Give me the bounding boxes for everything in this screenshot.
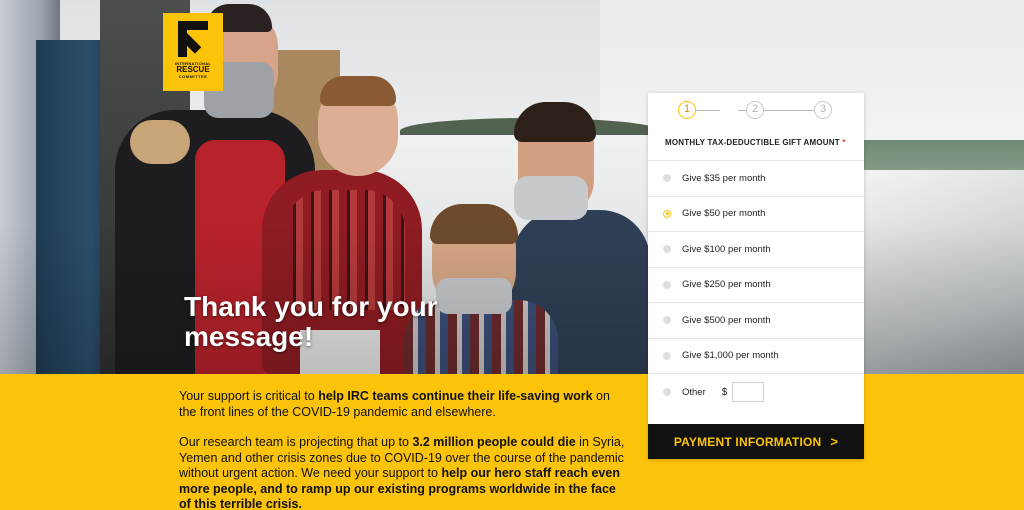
amount-title: MONTHLY TAX-DEDUCTIBLE GIFT AMOUNT * [648,129,864,161]
irc-logo[interactable]: INTERNATIONAL RESCUE COMMITTEE [163,13,223,91]
logo-text-main: RESCUE [176,65,210,74]
payment-button-label: PAYMENT INFORMATION [673,434,822,449]
other-amount-input[interactable] [732,382,765,402]
amount-option[interactable]: Give $50 per month [648,197,864,232]
amount-option[interactable]: Give $35 per month [648,161,864,197]
irc-logo-icon [175,19,211,59]
amount-option-label: Give $1,000 per month [682,350,779,362]
radio[interactable] [663,351,671,360]
logo-text-bottom: COMMITTEE [178,74,208,79]
amount-option-label: Give $35 per month [682,172,766,184]
amount-option-label: Give $250 per month [682,279,771,291]
radio[interactable] [663,245,671,254]
page-title: Thank you for your message! [184,291,438,352]
amount-option[interactable]: Give $500 per month [648,303,864,339]
hero-photo [0,0,1024,374]
radio-selected[interactable] [663,209,671,218]
step-1: 1 [678,101,696,119]
amount-option-label: Give $100 per month [682,243,771,255]
radio[interactable] [663,280,671,289]
chevron-right-icon: > [830,434,839,449]
required-mark: * [842,138,846,147]
amount-option[interactable]: Give $100 per month [648,232,864,268]
amount-option-label: Give $500 per month [682,314,771,326]
amount-option-other[interactable]: Other $ [648,374,864,410]
appeal-paragraph-2: Our research team is projecting that up … [179,435,625,510]
step-2: 2 [746,101,764,119]
radio[interactable] [663,316,671,325]
payment-information-button[interactable]: PAYMENT INFORMATION > [648,424,864,459]
step-indicator: 1 2 3 [648,93,864,129]
amount-option[interactable]: Give $1,000 per month [648,339,864,374]
amount-option[interactable]: Give $250 per month [648,268,864,303]
amount-title-text: MONTHLY TAX-DEDUCTIBLE GIFT AMOUNT [665,138,840,147]
other-label: Other [682,386,706,398]
appeal-paragraph-1: Your support is critical to help IRC tea… [179,389,610,419]
currency-symbol: $ [721,386,728,398]
appeal-text: Your support is critical to help IRC tea… [179,389,629,510]
donation-form: 1 2 3 MONTHLY TAX-DEDUCTIBLE GIFT AMOUNT… [648,93,864,459]
radio[interactable] [663,174,671,183]
step-3: 3 [814,101,832,119]
amount-option-label: Give $50 per month [682,208,766,220]
radio-other[interactable] [663,388,671,396]
